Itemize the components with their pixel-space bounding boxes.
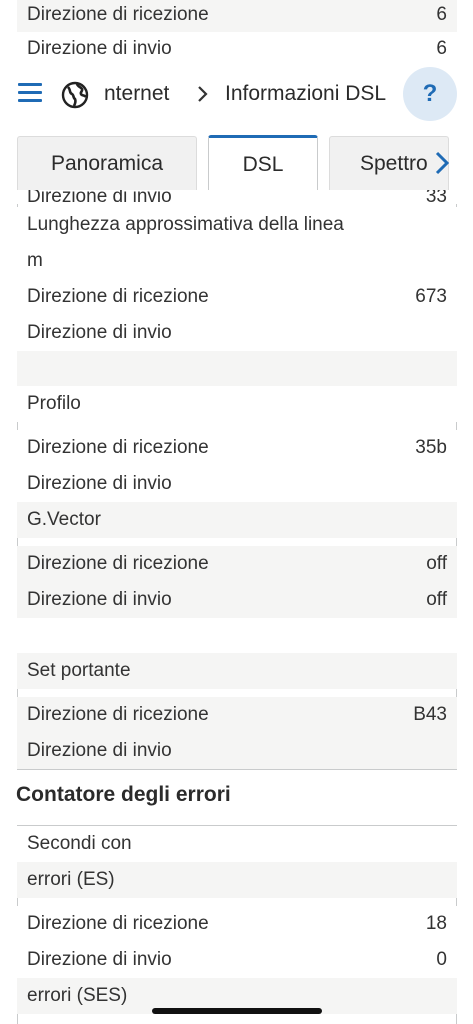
page-title: Informazioni DSL [225, 82, 387, 105]
help-button[interactable]: ? [403, 67, 457, 121]
es-title-1: Secondi con [17, 826, 457, 862]
spacer-row [17, 618, 457, 653]
spacer-row [17, 351, 457, 386]
chevron-right-icon [198, 86, 208, 102]
section-title-errors: Contatore degli errori [16, 783, 231, 806]
tab-dsl[interactable]: DSL [208, 135, 318, 191]
globe-icon[interactable] [61, 81, 89, 109]
row-rx-top: Direzione di ricezione 6 [17, 0, 457, 32]
home-indicator[interactable] [152, 1008, 322, 1014]
es-title-2: errori (ES) [17, 862, 457, 898]
length-title: Lunghezza approssimativa della linea [17, 207, 457, 243]
carrier-tx-row: Direzione di invio [17, 733, 457, 769]
hamburger-icon[interactable] [18, 83, 42, 103]
length-unit: m [17, 243, 457, 279]
profile-rx-row: Direzione di ricezione 35b [17, 430, 457, 466]
row-label: Direzione di ricezione [27, 4, 209, 25]
help-icon: ? [422, 80, 438, 107]
row-tx-top: Direzione di invio 6 [17, 32, 457, 66]
row-label: Direzione di invio [27, 190, 172, 204]
row-value: 33 [425, 190, 447, 204]
es-rx-row: Direzione di ricezione 18 [17, 906, 457, 942]
tab-scroll-right-icon[interactable] [430, 150, 454, 176]
profile-title: Profilo [17, 386, 457, 422]
profile-tx-row: Direzione di invio [17, 466, 457, 502]
tab-panoramica[interactable]: Panoramica [17, 136, 197, 190]
gvector-rx-row: Direzione di ricezione off [17, 546, 457, 582]
row-label: Direzione di invio [27, 38, 172, 59]
gvector-tx-row: Direzione di invio off [17, 582, 457, 618]
gvector-title: G.Vector [17, 502, 457, 538]
tab-bar: Panoramica DSL Spettro [0, 132, 473, 191]
app-header: nternet Informazioni DSL [0, 62, 473, 132]
breadcrumb-internet[interactable]: nternet [104, 82, 169, 106]
length-rx-row: Direzione di ricezione 673 [17, 279, 457, 315]
carrier-rx-row: Direzione di ricezione B43 [17, 697, 457, 733]
row-partial: Direzione di invio 33 [17, 190, 457, 204]
carrier-title: Set portante [17, 653, 457, 689]
row-value: 6 [436, 4, 447, 25]
es-tx-row: Direzione di invio 0 [17, 942, 457, 978]
length-tx-row: Direzione di invio [17, 315, 457, 351]
row-value: 6 [436, 38, 447, 59]
